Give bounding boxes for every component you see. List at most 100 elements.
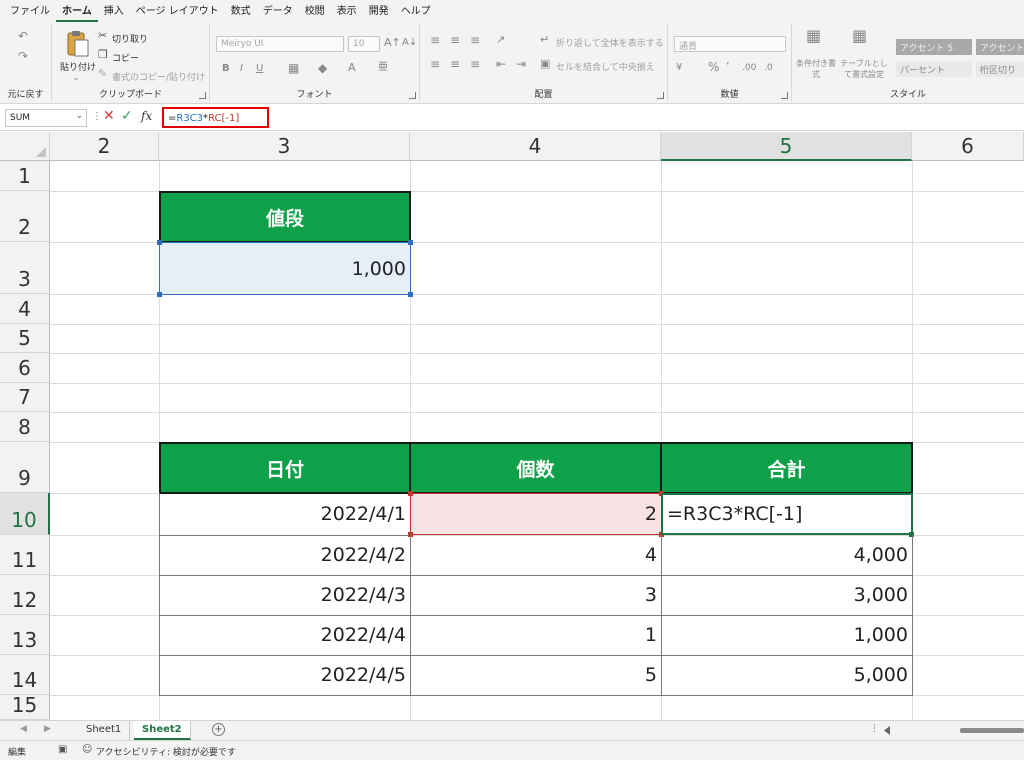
orientation-icon[interactable]: ↗ <box>496 34 505 46</box>
insert-function-icon[interactable]: fx <box>141 109 152 123</box>
align-top-icon[interactable]: ≡ <box>430 34 440 46</box>
row-header-3[interactable]: 3 <box>0 242 50 294</box>
menu-tab-help[interactable]: ヘルプ <box>395 2 437 22</box>
bold-icon[interactable]: B <box>222 63 230 75</box>
col-header-6[interactable]: 6 <box>912 132 1024 161</box>
scroll-tabs-left-icon[interactable]: ◀ <box>20 724 27 734</box>
scroll-tabs-right-icon[interactable]: ▶ <box>44 724 51 734</box>
copy-button[interactable]: コピー <box>112 51 139 64</box>
row-header-5[interactable]: 5 <box>0 324 50 353</box>
fill-color-icon[interactable]: ◆ <box>318 62 327 74</box>
indent-decrease-icon[interactable]: ⇤ <box>496 58 506 70</box>
align-right-icon[interactable]: ≡ <box>470 58 480 70</box>
menu-tab-file[interactable]: ファイル <box>4 2 56 22</box>
alignment-launcher-icon[interactable] <box>657 92 664 99</box>
table-cell-date[interactable]: 2022/4/5 <box>159 655 411 696</box>
align-center-icon[interactable]: ≡ <box>450 58 460 70</box>
table-cell-qty[interactable]: 3 <box>410 575 662 616</box>
number-format-select[interactable]: 通貨 <box>674 36 786 52</box>
active-cell-formula[interactable]: =R3C3*RC[-1] <box>661 493 913 535</box>
row-header-1[interactable]: 1 <box>0 161 50 191</box>
font-launcher-icon[interactable] <box>409 92 416 99</box>
cancel-formula-icon[interactable]: ✕ <box>103 108 115 124</box>
row-header-10[interactable]: 10 <box>0 493 50 535</box>
accessibility-status[interactable]: アクセシビリティ: 検討が必要です <box>96 745 236 758</box>
indent-increase-icon[interactable]: ⇥ <box>516 58 526 70</box>
underline-icon[interactable]: U <box>256 63 263 75</box>
row-header-15[interactable]: 15 <box>0 693 50 720</box>
row-header-11[interactable]: 11 <box>0 535 50 575</box>
enter-formula-icon[interactable]: ✓ <box>121 108 133 124</box>
borders-icon[interactable]: ▦ <box>288 62 299 74</box>
table-cell-date[interactable]: 2022/4/1 <box>159 493 411 536</box>
align-bottom-icon[interactable]: ≡ <box>470 34 480 46</box>
percent-icon[interactable]: % <box>708 61 719 73</box>
menu-tab-review[interactable]: 校閲 <box>299 2 331 22</box>
formula-input[interactable]: =R3C3*RC[-1] <box>162 107 269 128</box>
name-box[interactable]: SUM ⌄ <box>5 109 87 127</box>
sheet-tab-sheet1[interactable]: Sheet1 <box>78 721 131 740</box>
menu-tab-insert[interactable]: 挿入 <box>98 2 130 22</box>
scissors-icon[interactable]: ✂ <box>98 30 107 42</box>
style-accent5[interactable]: アクセント 5 <box>896 39 972 55</box>
paste-icon[interactable] <box>64 30 90 58</box>
comma-style-icon[interactable]: ’ <box>726 61 730 73</box>
redo-icon[interactable]: ↷ <box>18 50 28 62</box>
phonetic-icon[interactable]: 亜 <box>378 62 388 74</box>
more-options-icon[interactable]: ⋮ <box>92 111 102 122</box>
wrap-text-icon[interactable]: ↵ <box>540 34 549 46</box>
table-header-qty[interactable]: 個数 <box>409 442 662 494</box>
sheet-tab-sheet2[interactable]: Sheet2 <box>134 721 191 740</box>
row-header-6[interactable]: 6 <box>0 353 50 383</box>
ref-handle[interactable] <box>408 292 413 297</box>
chevron-down-icon[interactable]: ⌄ <box>75 111 83 121</box>
spreadsheet-grid[interactable]: 2 3 4 5 6 1 2 3 4 5 6 7 8 9 10 11 12 13 … <box>0 132 1024 720</box>
row-header-4[interactable]: 4 <box>0 294 50 324</box>
copy-icon[interactable]: ❐ <box>98 49 108 61</box>
style-accent6[interactable]: アクセント 6 <box>976 39 1024 55</box>
row-header-2[interactable]: 2 <box>0 191 50 242</box>
format-as-table-icon[interactable]: ▦ <box>852 28 867 44</box>
macro-record-icon[interactable]: ▣ <box>58 744 67 755</box>
table-cell-qty[interactable]: 1 <box>410 615 662 656</box>
row-header-9[interactable]: 9 <box>0 442 50 493</box>
table-cell-total[interactable]: 5,000 <box>661 655 913 696</box>
col-header-2[interactable]: 2 <box>50 132 159 161</box>
menu-tab-home[interactable]: ホーム <box>56 2 98 22</box>
horizontal-scrollbar[interactable] <box>880 725 1024 736</box>
cut-button[interactable]: 切り取り <box>112 32 148 45</box>
menu-tab-page-layout[interactable]: ページ レイアウト <box>130 2 225 22</box>
ref-handle[interactable] <box>157 292 162 297</box>
menu-tab-developer[interactable]: 開発 <box>363 2 395 22</box>
table-cell-total[interactable]: 1,000 <box>661 615 913 656</box>
ref-handle[interactable] <box>408 491 413 496</box>
row-header-14[interactable]: 14 <box>0 655 50 695</box>
align-left-icon[interactable]: ≡ <box>430 58 440 70</box>
format-painter-icon[interactable]: ✎ <box>98 68 107 80</box>
table-cell-total[interactable]: 3,000 <box>661 575 913 616</box>
style-percent[interactable]: パーセント <box>896 61 972 77</box>
menu-tab-data[interactable]: データ <box>257 2 299 22</box>
format-as-table-button[interactable]: テーブルとして書式設定 <box>838 58 890 80</box>
table-header-total[interactable]: 合計 <box>660 442 913 494</box>
font-size-select[interactable]: 10 <box>348 36 380 52</box>
row-header-13[interactable]: 13 <box>0 615 50 655</box>
menu-tab-formulas[interactable]: 数式 <box>225 2 257 22</box>
add-sheet-button[interactable]: + <box>212 723 225 736</box>
font-color-icon[interactable]: A <box>348 62 356 74</box>
increase-decimal-icon[interactable]: .00 <box>742 62 756 74</box>
table-cell-qty[interactable]: 2 <box>410 493 662 535</box>
row-header-12[interactable]: 12 <box>0 575 50 615</box>
price-header-cell[interactable]: 値段 <box>159 191 411 243</box>
number-launcher-icon[interactable] <box>781 92 788 99</box>
format-painter-button[interactable]: 書式のコピー/貼り付け <box>112 70 205 83</box>
ref-handle[interactable] <box>157 240 162 245</box>
table-cell-date[interactable]: 2022/4/3 <box>159 575 411 616</box>
font-grow-icon[interactable]: A↑ <box>384 37 401 49</box>
merge-center-button[interactable]: セルを結合して中央揃え <box>556 60 655 73</box>
style-comma[interactable]: 桁区切り <box>976 61 1024 77</box>
accessibility-icon[interactable]: ☺ <box>82 744 92 755</box>
row-header-7[interactable]: 7 <box>0 383 50 412</box>
merge-center-icon[interactable]: ▣ <box>540 58 550 70</box>
select-all-corner[interactable] <box>0 132 50 161</box>
